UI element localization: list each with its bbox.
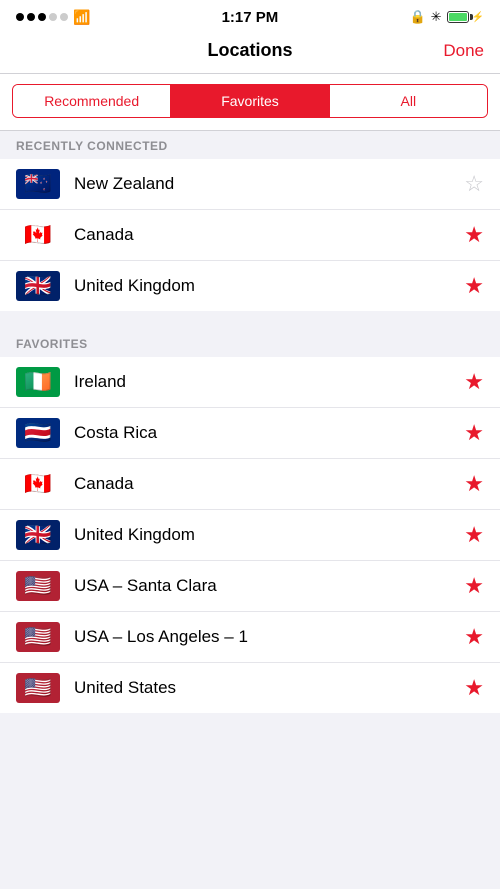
country-name: USA – Los Angeles – 1 [74,627,464,647]
flag-canada [16,220,60,250]
star-button[interactable]: ★ [464,422,484,444]
status-bar: 📶 1:17 PM 🔒 ✳ ⚡ [0,0,500,32]
country-name: Costa Rica [74,423,464,443]
list-item: United Kingdom ★ [0,261,500,311]
country-name: Canada [74,225,464,245]
tab-recommended[interactable]: Recommended [13,85,171,117]
flag-canada-2 [16,469,60,499]
status-time: 1:17 PM [222,9,279,26]
tab-favorites[interactable]: Favorites [171,85,329,117]
star-button[interactable]: ★ [464,275,484,297]
country-name: United Kingdom [74,276,464,296]
flag-uk-2 [16,520,60,550]
done-button[interactable]: Done [443,41,484,61]
list-item: Ireland ★ [0,357,500,408]
lock-icon: 🔒 [409,9,425,25]
battery-indicator: ⚡ [447,11,484,23]
list-item: United Kingdom ★ [0,510,500,561]
flag-united-states [16,673,60,703]
star-button[interactable]: ★ [464,371,484,393]
signal-dot-4 [49,13,57,21]
favorites-header: FAVORITES [0,329,500,357]
country-name: Canada [74,474,464,494]
country-name: United States [74,678,464,698]
signal-dot-1 [16,13,24,21]
page-title: Locations [207,40,292,61]
signal-dots [16,13,68,21]
list-item: USA – Santa Clara ★ [0,561,500,612]
wifi-icon: 📶 [73,9,90,26]
section-gap [0,311,500,329]
country-name: Ireland [74,372,464,392]
bluetooth-icon: ✳ [431,9,442,25]
star-button[interactable]: ★ [464,677,484,699]
star-button[interactable]: ★ [464,224,484,246]
star-button[interactable]: ★ [464,473,484,495]
signal-dot-2 [27,13,35,21]
list-item: USA – Los Angeles – 1 ★ [0,612,500,663]
status-left: 📶 [16,9,90,26]
battery-fill [449,13,467,21]
battery-body [447,11,469,23]
signal-dot-3 [38,13,46,21]
star-button[interactable]: ★ [464,626,484,648]
list-item: United States ★ [0,663,500,713]
list-item: Canada ★ [0,210,500,261]
segment-control: Recommended Favorites All [12,84,488,118]
flag-usa-santa-clara [16,571,60,601]
country-name: USA – Santa Clara [74,576,464,596]
flag-ireland [16,367,60,397]
favorites-list: Ireland ★ Costa Rica ★ Canada ★ United K… [0,357,500,713]
star-button[interactable]: ★ [464,575,484,597]
list-item: Canada ★ [0,459,500,510]
star-button[interactable]: ★ [464,524,484,546]
recently-connected-header: RECENTLY CONNECTED [0,131,500,159]
flag-uk [16,271,60,301]
flag-costa-rica [16,418,60,448]
list-item: Costa Rica ★ [0,408,500,459]
status-right: 🔒 ✳ ⚡ [409,9,484,25]
nav-bar: Locations Done [0,32,500,74]
signal-dot-5 [60,13,68,21]
recently-connected-list: New Zealand ☆ Canada ★ United Kingdom ★ [0,159,500,311]
list-item: New Zealand ☆ [0,159,500,210]
flag-new-zealand [16,169,60,199]
country-name: New Zealand [74,174,464,194]
country-name: United Kingdom [74,525,464,545]
charging-bolt: ⚡ [472,12,484,23]
flag-usa-los-angeles [16,622,60,652]
tab-all[interactable]: All [330,85,487,117]
star-button[interactable]: ☆ [464,173,484,195]
segment-container: Recommended Favorites All [0,74,500,131]
